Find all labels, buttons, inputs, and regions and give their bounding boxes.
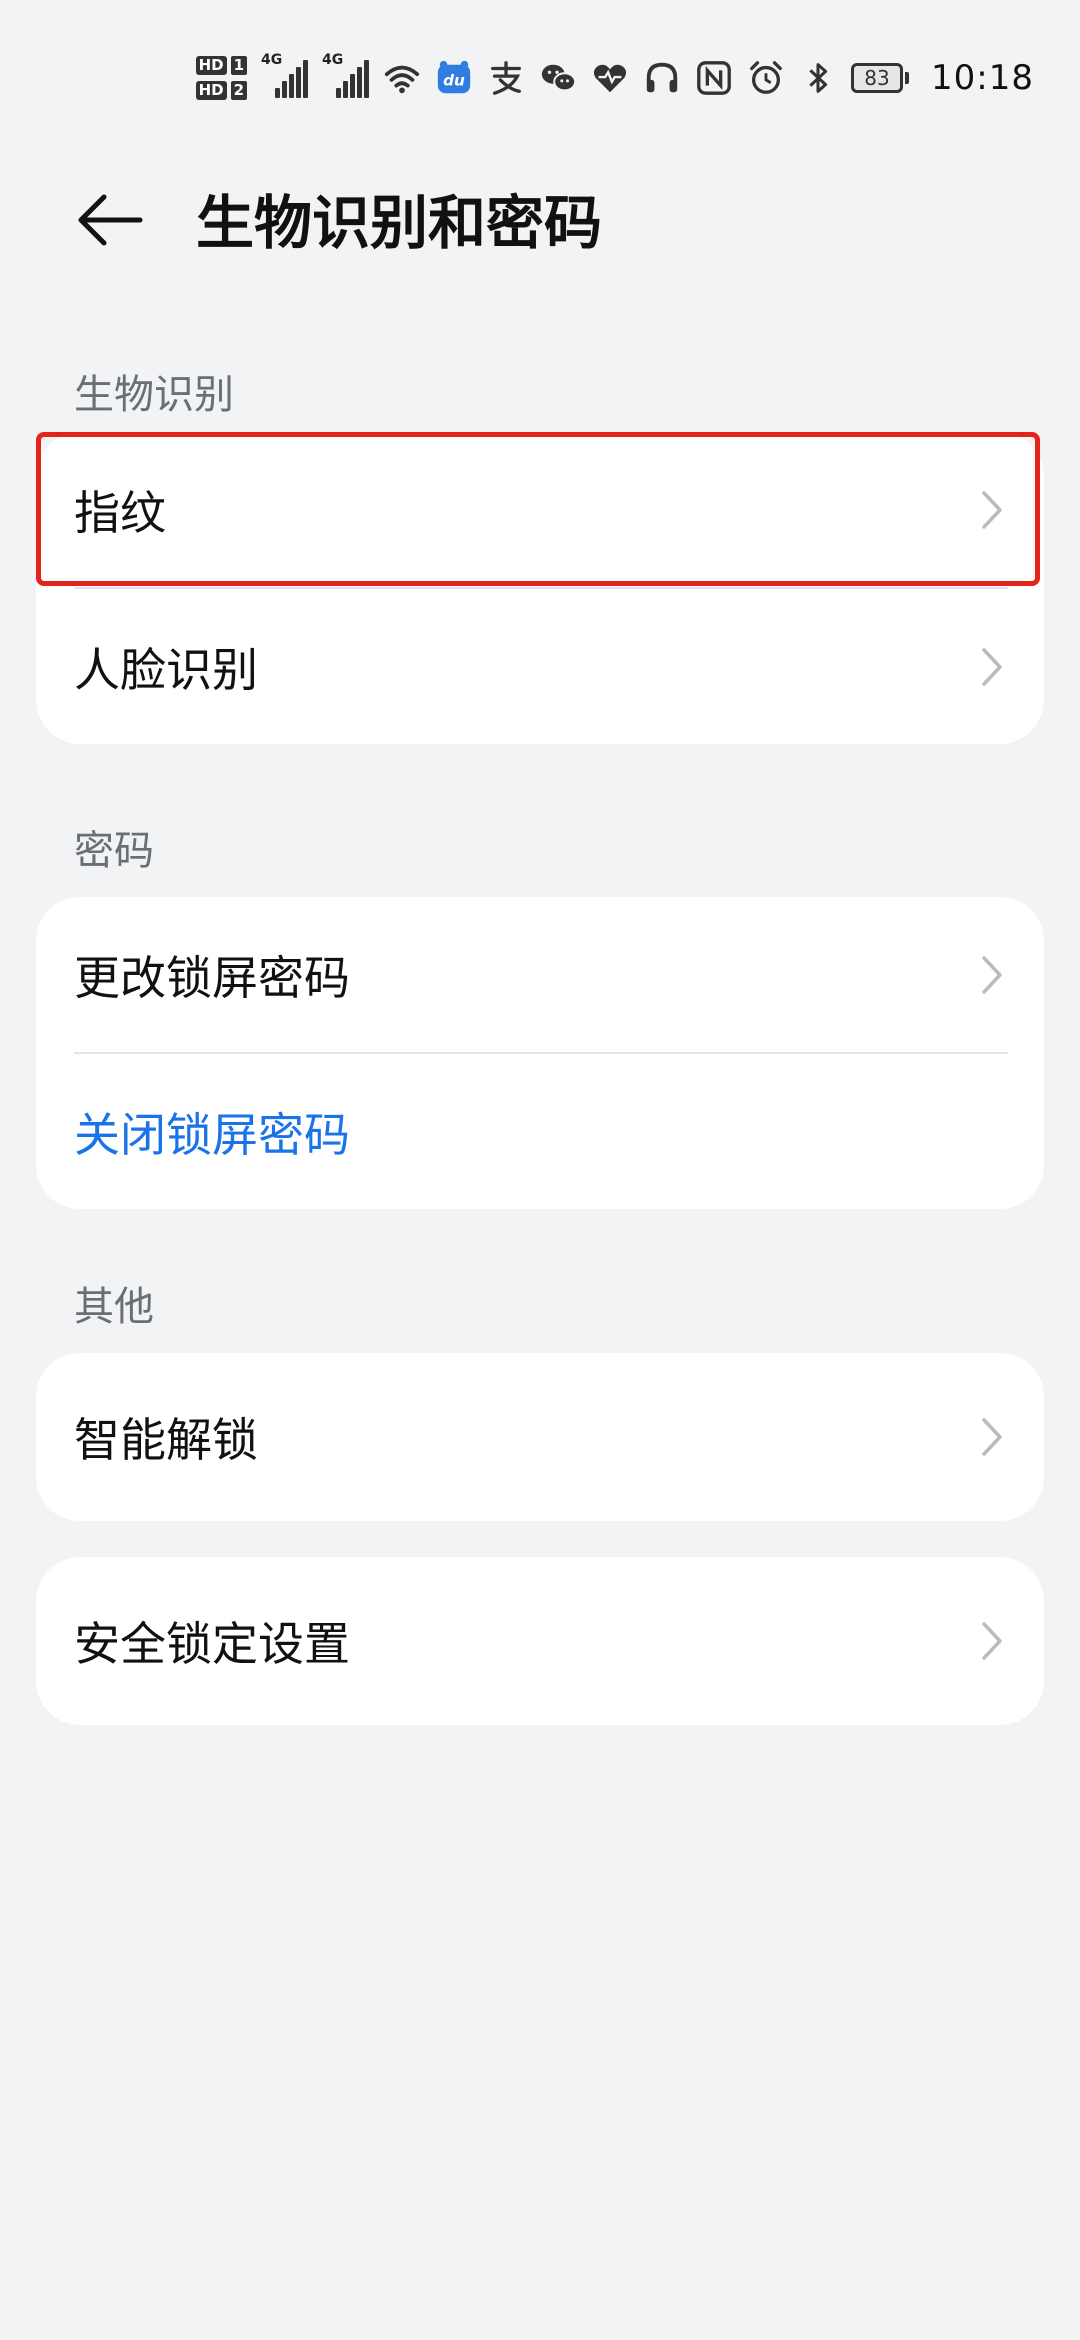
list-item-label: 安全锁定设置 xyxy=(74,1617,350,1671)
network2-label: 4G xyxy=(322,52,344,68)
battery-level: 83 xyxy=(851,63,904,93)
arrow-left-icon xyxy=(78,194,143,246)
list-item-change-lock-password[interactable]: 更改锁屏密码 xyxy=(36,897,1044,1052)
sim-indicators: HD 1 HD 2 xyxy=(195,56,248,100)
section-label-biometrics: 生物识别 xyxy=(74,372,234,418)
list-item-smart-unlock[interactable]: 智能解锁 xyxy=(36,1353,1044,1521)
list-item-fingerprint[interactable]: 指纹 xyxy=(36,432,1044,587)
sim1-number: 1 xyxy=(230,56,248,75)
section-label-password: 密码 xyxy=(74,828,154,874)
page-title: 生物识别和密码 xyxy=(196,189,603,257)
list-item-disable-lock-password[interactable]: 关闭锁屏密码 xyxy=(36,1054,1044,1209)
status-bar: HD 1 HD 2 4G 4G du 83 10:18 xyxy=(0,0,1080,150)
headphones-icon xyxy=(646,62,678,93)
list-item-face-recognition[interactable]: 人脸识别 xyxy=(36,589,1044,744)
app-badge-text: du xyxy=(443,72,465,90)
card-password: 更改锁屏密码 关闭锁屏密码 xyxy=(36,897,1044,1209)
network1-label: 4G xyxy=(261,52,283,68)
wechat-icon xyxy=(541,64,577,92)
app-header: 生物识别和密码 xyxy=(0,160,1080,270)
card-security-lock: 安全锁定设置 xyxy=(36,1557,1044,1725)
signal-icon-2: 4G xyxy=(322,52,370,98)
health-icon xyxy=(593,64,627,93)
nfc-icon xyxy=(697,61,731,95)
list-item-label: 关闭锁屏密码 xyxy=(74,1107,350,1162)
alipay-icon xyxy=(491,61,521,95)
list-item-label: 智能解锁 xyxy=(74,1413,258,1467)
list-item-security-lock-settings[interactable]: 安全锁定设置 xyxy=(36,1557,1044,1725)
wifi-icon xyxy=(384,65,420,94)
chevron-right-icon xyxy=(982,647,1002,686)
chevron-right-icon xyxy=(982,490,1002,529)
baidu-icon: du xyxy=(437,60,471,94)
section-label-other: 其他 xyxy=(74,1284,154,1330)
card-other: 智能解锁 xyxy=(36,1353,1044,1521)
signal-icon: 4G xyxy=(261,52,309,98)
card-biometrics: 指纹 人脸识别 xyxy=(36,432,1044,744)
bluetooth-icon xyxy=(809,63,828,93)
battery-icon: 83 xyxy=(851,63,910,93)
chevron-right-icon xyxy=(982,1418,1002,1456)
list-item-label: 更改锁屏密码 xyxy=(74,950,350,1005)
back-button[interactable] xyxy=(60,180,160,260)
status-icons: HD 1 HD 2 4G 4G du 83 10:18 xyxy=(195,46,1034,110)
sim2-number: 2 xyxy=(230,81,248,100)
sim1-hd-badge: HD xyxy=(195,56,227,75)
list-item-label: 指纹 xyxy=(74,485,166,540)
list-item-label: 人脸识别 xyxy=(74,642,258,697)
clock: 10:18 xyxy=(931,58,1034,98)
chevron-right-icon xyxy=(982,1622,1002,1660)
chevron-right-icon xyxy=(982,955,1002,994)
alarm-icon xyxy=(750,61,782,94)
sim2-hd-badge: HD xyxy=(195,81,227,100)
